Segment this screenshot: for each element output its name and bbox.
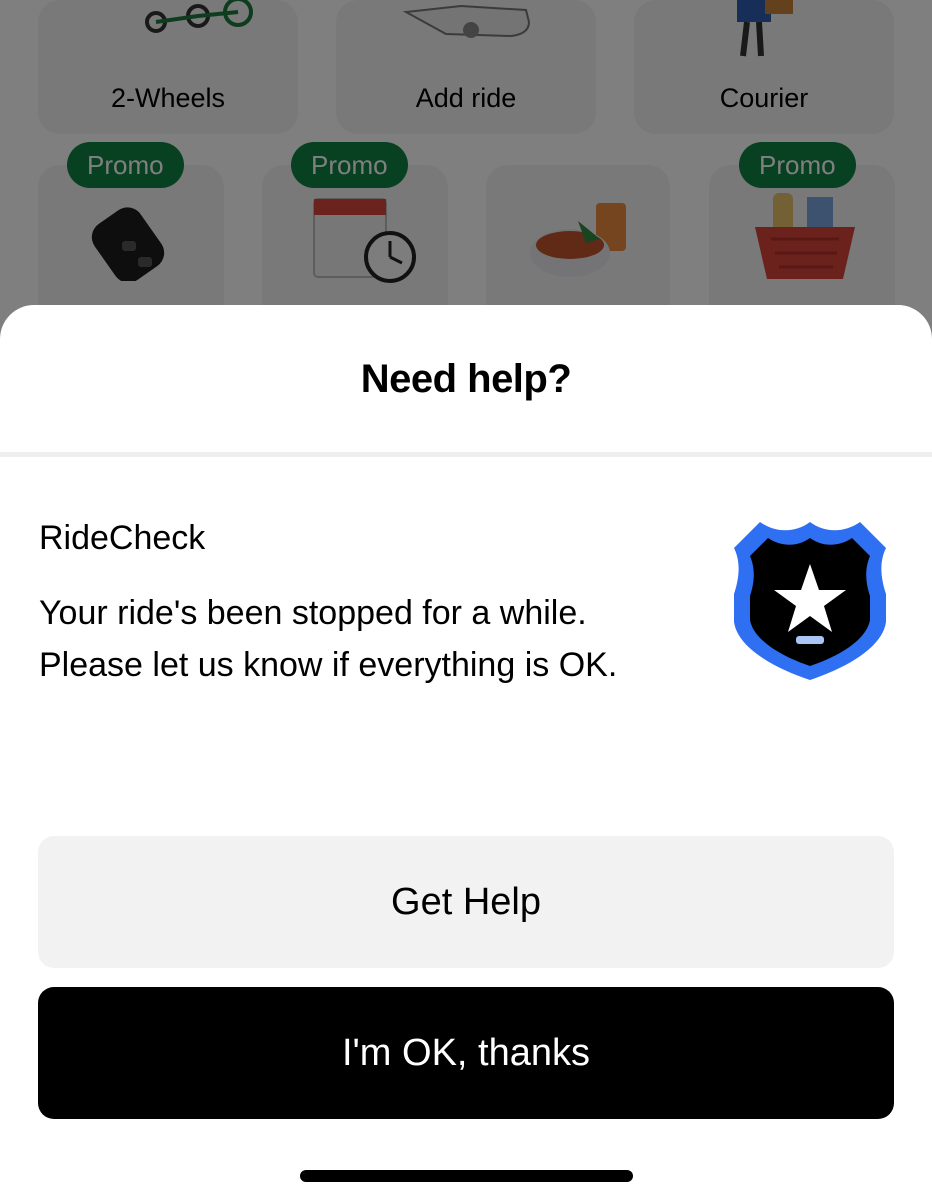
sheet-title: Need help? — [360, 357, 572, 401]
ridecheck-heading: RideCheck — [39, 519, 206, 557]
divider — [0, 452, 932, 457]
get-help-button[interactable]: Get Help — [38, 836, 894, 968]
home-indicator[interactable] — [300, 1170, 633, 1182]
ridecheck-bottom-sheet: Need help? RideCheck Your ride's been st… — [0, 305, 932, 1200]
ridecheck-message: Your ride's been stopped for a while. Pl… — [39, 594, 618, 684]
im-ok-button[interactable]: I'm OK, thanks — [38, 987, 894, 1119]
shield-star-icon — [734, 522, 886, 680]
